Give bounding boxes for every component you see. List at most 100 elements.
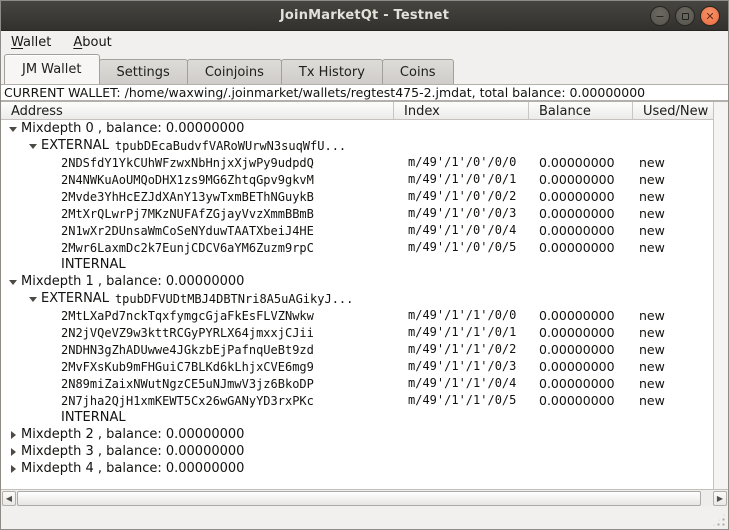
row-balance: 0.00000000 — [539, 392, 615, 409]
tree-row[interactable]: 2N2jVQeVZ9w3kttRCGyPYRLX64jmxxjCJii m/49… — [1, 324, 713, 341]
menubar: Wallet About — [1, 31, 728, 53]
scroll-left-icon[interactable]: ◀ — [2, 491, 16, 506]
tree-row[interactable]: 2MvFXsKub9mFHGuiC7BLKd6kLhjxCVE6mg9 m/49… — [1, 358, 713, 375]
column-header-index[interactable]: Index — [394, 102, 529, 120]
app-window: JoinMarketQt - Testnet − ✕ Wallet About … — [0, 0, 729, 530]
row-balance: 0.00000000 — [539, 341, 615, 358]
indent-spacer — [1, 196, 47, 197]
row-index: m/49'/1'/0'/0/5 — [408, 239, 516, 256]
tree-expander-icon — [47, 154, 61, 171]
indent-spacer — [1, 366, 47, 367]
tree-expander-icon[interactable] — [7, 120, 21, 137]
tree-row[interactable]: Mixdepth 1 , balance: 0.00000000 — [1, 273, 713, 290]
tab-tx-history[interactable]: Tx History — [281, 59, 383, 84]
tree-row[interactable]: 2N4NWKuAoUMQoDHX1zs9MG6ZhtqGpv9gkvM m/49… — [1, 171, 713, 188]
maximize-button[interactable] — [675, 6, 695, 26]
row-address: 2Mvde3YhHcEZJdXAnY13ywTxmBEThNGuykB — [61, 190, 314, 204]
row-label: Mixdepth 2 , balance: 0.00000000 — [21, 427, 250, 442]
row-label: EXTERNAL — [41, 138, 115, 153]
scroll-right-icon[interactable]: ▶ — [713, 491, 727, 506]
row-label: INTERNAL — [61, 257, 132, 272]
horizontal-scrollbar[interactable]: ◀ ▶ — [1, 489, 728, 506]
row-address: 2MtXrQLwrPj7MKzNUFAfZGjayVvzXmmBBmB — [61, 207, 314, 221]
indent-spacer — [1, 162, 47, 163]
tree-expander-icon[interactable] — [7, 443, 21, 460]
table-header: Address Index Balance Used/New — [1, 102, 728, 120]
tree-expander-icon[interactable] — [7, 273, 21, 290]
tab-coinjoins[interactable]: Coinjoins — [187, 59, 282, 84]
resize-grip[interactable] — [712, 513, 726, 527]
tree-row[interactable]: 2MtLXaPd7nckTqxfymgcGjaFkEsFLVZNwkw m/49… — [1, 307, 713, 324]
row-status: new — [639, 239, 665, 256]
tab-settings[interactable]: Settings — [99, 59, 188, 84]
row-xpub: tpubDFVUDtMBJ4DBTNri8A5uAGikyJ... — [115, 292, 353, 306]
close-button[interactable]: ✕ — [700, 6, 720, 26]
tree-expander-icon — [47, 409, 61, 426]
row-status: new — [639, 307, 665, 324]
row-status: new — [639, 375, 665, 392]
tree-row[interactable]: 2N7jha2QjH1xmKEWT5Cx26wGANyYD3rxPKc m/49… — [1, 392, 713, 409]
tree-expander-icon[interactable] — [27, 137, 41, 154]
tree-expander-icon — [47, 171, 61, 188]
maximize-icon — [682, 13, 689, 20]
menu-wallet[interactable]: Wallet — [11, 35, 51, 50]
tab-jm-wallet[interactable]: JM Wallet — [4, 54, 100, 84]
horizontal-scrollbar-thumb[interactable] — [17, 491, 701, 506]
minimize-button[interactable]: − — [650, 6, 670, 26]
tree-expander-icon[interactable] — [27, 290, 41, 307]
tree-expander-icon — [47, 205, 61, 222]
indent-spacer — [1, 179, 47, 180]
column-header-address[interactable]: Address — [1, 102, 394, 120]
row-index: m/49'/1'/0'/0/4 — [408, 222, 516, 239]
vertical-scrollbar[interactable] — [713, 102, 728, 489]
indent-spacer — [1, 417, 47, 418]
tree-expander-icon[interactable] — [7, 460, 21, 477]
row-address: 2N4NWKuAoUMQoDHX1zs9MG6ZhtqGpv9gkvM — [61, 173, 314, 187]
menu-about[interactable]: About — [73, 35, 111, 50]
indent-spacer — [1, 349, 47, 350]
row-status: new — [639, 188, 665, 205]
tree-row[interactable]: INTERNAL — [1, 409, 713, 426]
tree-row[interactable]: Mixdepth 3 , balance: 0.00000000 — [1, 443, 713, 460]
tree-row[interactable]: INTERNAL — [1, 256, 713, 273]
indent-spacer — [1, 298, 27, 299]
tree-row[interactable]: Mixdepth 2 , balance: 0.00000000 — [1, 426, 713, 443]
row-balance: 0.00000000 — [539, 154, 615, 171]
titlebar[interactable]: JoinMarketQt - Testnet − ✕ — [1, 1, 728, 31]
row-address: 2N1wXr2DUnsaWmCoSeNYduwTAATXbeiJ4HE — [61, 224, 314, 238]
row-status: new — [639, 222, 665, 239]
row-status: new — [639, 341, 665, 358]
row-address: 2MvFXsKub9mFHGuiC7BLKd6kLhjxCVE6mg9 — [61, 360, 314, 374]
tree-expander-icon — [47, 341, 61, 358]
row-status: new — [639, 205, 665, 222]
row-index: m/49'/1'/0'/0/1 — [408, 171, 516, 188]
row-label: EXTERNAL — [41, 291, 115, 306]
row-status: new — [639, 154, 665, 171]
tree-expander-icon[interactable] — [7, 426, 21, 443]
row-index: m/49'/1'/1'/0/0 — [408, 307, 516, 324]
indent-spacer — [1, 315, 47, 316]
tree-expander-icon — [47, 188, 61, 205]
column-header-balance[interactable]: Balance — [529, 102, 633, 120]
indent-spacer — [1, 213, 47, 214]
row-status: new — [639, 324, 665, 341]
indent-spacer — [1, 332, 47, 333]
tree-expander-icon — [47, 222, 61, 239]
tree-row[interactable]: 2N1wXr2DUnsaWmCoSeNYduwTAATXbeiJ4HE m/49… — [1, 222, 713, 239]
row-address: 2N2jVQeVZ9w3kttRCGyPYRLX64jmxxjCJii — [61, 326, 314, 340]
tree-row[interactable]: 2NDHN3gZhADUwwe4JGkzbEjPafnqUeBt9zd m/49… — [1, 341, 713, 358]
column-header-used-new[interactable]: Used/New — [633, 102, 713, 120]
row-address: 2N89miZaixNWutNgzCE5uNJmwV3jz6BkoDP — [61, 377, 314, 391]
tree-row[interactable]: Mixdepth 0 , balance: 0.00000000 — [1, 120, 713, 137]
tab-coins[interactable]: Coins — [382, 59, 454, 84]
tree-row[interactable]: 2N89miZaixNWutNgzCE5uNJmwV3jz6BkoDP m/49… — [1, 375, 713, 392]
tree-row[interactable]: Mixdepth 4 , balance: 0.00000000 — [1, 460, 713, 477]
tree-row[interactable]: 2Mvde3YhHcEZJdXAnY13ywTxmBEThNGuykB m/49… — [1, 188, 713, 205]
row-balance: 0.00000000 — [539, 205, 615, 222]
indent-spacer — [1, 264, 47, 265]
tree-row[interactable]: 2NDSfdY1YkCUhWFzwxNbHnjxXjwPy9udpdQ m/49… — [1, 154, 713, 171]
tree-row[interactable]: EXTERNAL tpubDEcaBudvfVARoWUrwN3suqWfU..… — [1, 137, 713, 154]
tree-row[interactable]: EXTERNAL tpubDFVUDtMBJ4DBTNri8A5uAGikyJ.… — [1, 290, 713, 307]
tree-row[interactable]: 2Mwr6LaxmDc2k7EunjCDCV6aYM6Zuzm9rpC m/49… — [1, 239, 713, 256]
tree-row[interactable]: 2MtXrQLwrPj7MKzNUFAfZGjayVvzXmmBBmB m/49… — [1, 205, 713, 222]
